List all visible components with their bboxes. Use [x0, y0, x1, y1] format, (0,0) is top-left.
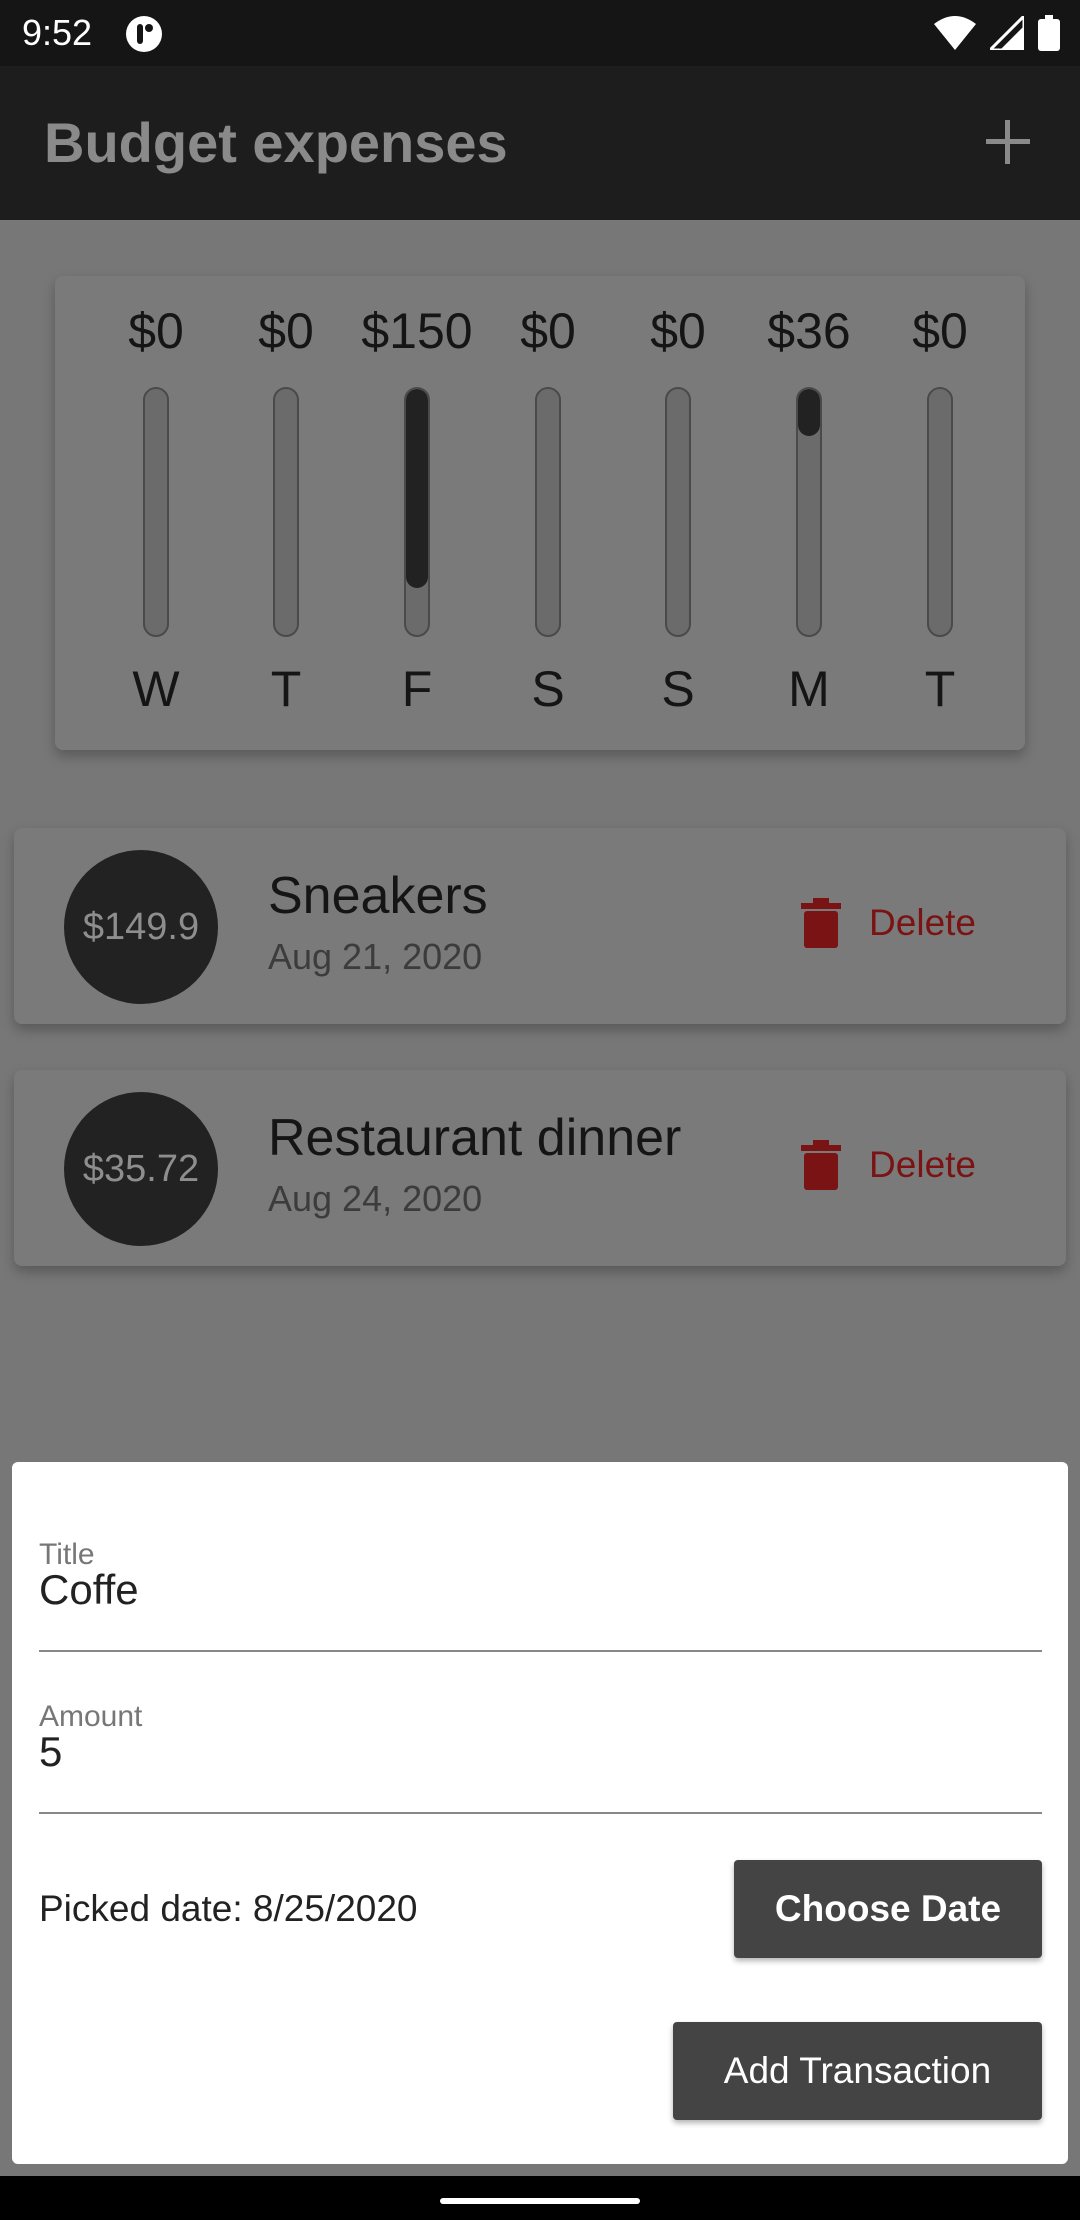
status-time: 9:52 [22, 12, 93, 53]
transaction-amount: $35.72 [64, 1092, 218, 1246]
page-title: Budget expenses [44, 111, 508, 174]
delete-button[interactable]: Delete [801, 1140, 976, 1190]
app-notification-icon [126, 16, 162, 52]
picked-date-text: Picked date: 8/25/2020 [39, 1888, 418, 1929]
battery-icon [1038, 15, 1060, 51]
transaction-item: $35.72 Restaurant dinner Aug 24, 2020 De… [14, 1070, 1066, 1266]
new-transaction-sheet: Title Coffe Amount 5 Picked date: 8/25/2… [12, 1462, 1068, 2164]
transaction-item: $149.9 Sneakers Aug 21, 2020 Delete [14, 828, 1066, 1024]
delete-label: Delete [869, 902, 976, 943]
transaction-amount: $149.9 [64, 850, 218, 1004]
transaction-title: Sneakers [268, 867, 488, 925]
amount-field-underline [39, 1812, 1042, 1814]
bar-track [927, 387, 953, 637]
bar-track [404, 387, 430, 637]
transaction-title: Restaurant dinner [268, 1109, 682, 1167]
wifi-icon [934, 16, 976, 50]
bar-track [796, 387, 822, 637]
transaction-date: Aug 21, 2020 [268, 936, 483, 977]
status-icons [934, 14, 1060, 52]
bar-track [535, 387, 561, 637]
bar-day-label: F [401, 661, 433, 717]
signal-icon [990, 16, 1024, 50]
status-bar: 9:52 [0, 0, 1080, 66]
add-transaction-button[interactable]: Add Transaction [673, 2022, 1042, 2120]
home-handle[interactable] [440, 2198, 640, 2204]
bar-fill [406, 389, 428, 589]
amount-field[interactable]: 5 [39, 1728, 62, 1776]
bar-day-label: T [270, 661, 302, 717]
bar-amount-label: $0 [912, 303, 968, 359]
trash-icon [801, 898, 842, 948]
app-bar: Budget expenses [0, 66, 1080, 220]
weekly-chart: $0 W $0 T $150 F $0 S $0 S $36 M $0 T [55, 276, 1025, 750]
bar-day-label: W [132, 661, 180, 717]
transaction-date: Aug 24, 2020 [268, 1178, 483, 1219]
delete-button[interactable]: Delete [801, 898, 976, 948]
choose-date-button[interactable]: Choose Date [734, 1860, 1042, 1958]
bar-day-label: S [661, 661, 695, 717]
trash-icon [801, 1140, 842, 1190]
navigation-bar [0, 2176, 1080, 2220]
bar-day-label: T [924, 661, 956, 717]
bar-day-label: S [531, 661, 565, 717]
title-field[interactable]: Coffe [39, 1566, 139, 1614]
delete-label: Delete [869, 1144, 976, 1185]
bar-track [665, 387, 691, 637]
bar-day-label: M [788, 661, 830, 717]
bar-track [273, 387, 299, 637]
plus-icon[interactable] [982, 116, 1034, 168]
title-field-underline [39, 1650, 1042, 1652]
bar-fill [798, 389, 820, 436]
bar-track [143, 387, 169, 637]
